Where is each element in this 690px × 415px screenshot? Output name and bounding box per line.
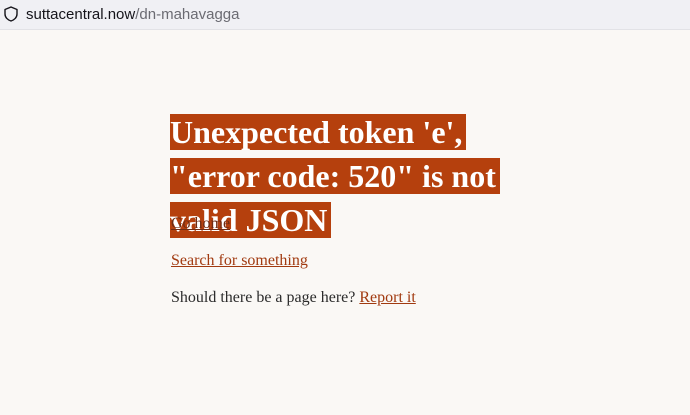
report-line: Should there be a page here? Report it [171,288,416,308]
url-host: suttacentral.now [26,6,136,23]
shield-icon[interactable] [4,6,18,22]
url-path: /dn-mahavagga [135,6,240,23]
report-prompt: Should there be a page here? [171,289,356,306]
address-bar[interactable]: suttacentral.now/dn-mahavagga [0,0,690,30]
url-text[interactable]: suttacentral.now/dn-mahavagga [26,5,239,25]
report-link[interactable]: Report it [359,289,415,306]
page-content: Unexpected token 'e', "error code: 520" … [0,30,690,415]
search-link[interactable]: Search for something [171,251,308,271]
go-home-link[interactable]: Go home [171,214,230,234]
